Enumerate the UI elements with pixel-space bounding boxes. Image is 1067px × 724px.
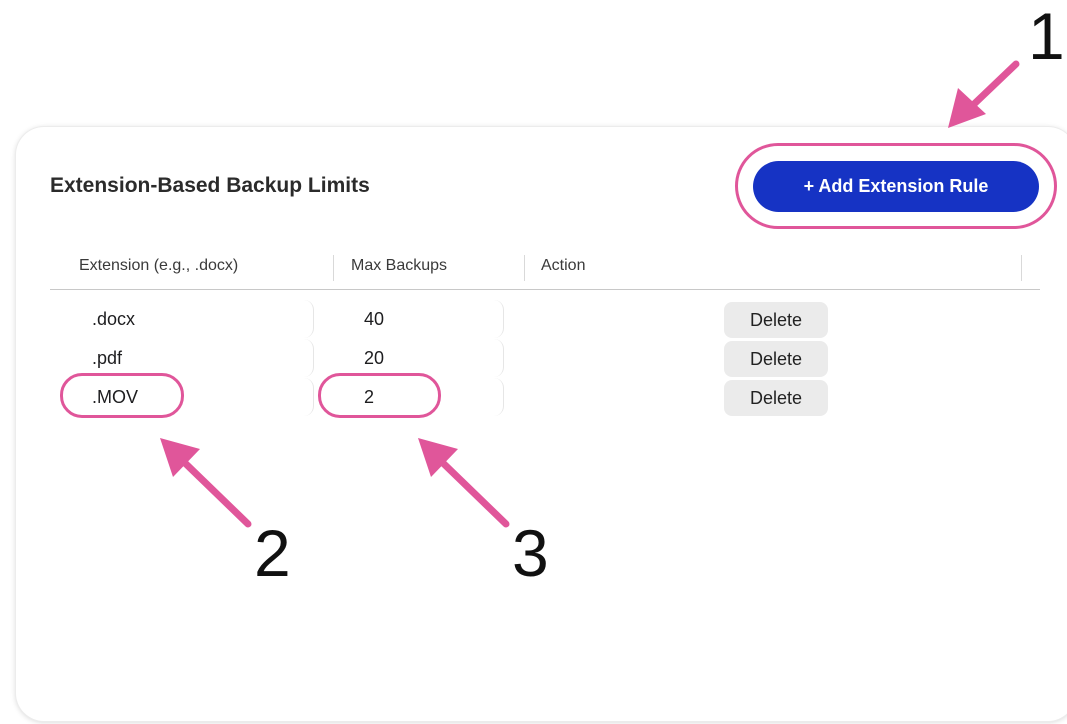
callout-number-3: 3 [512,516,549,590]
annotation-arrows [160,60,1020,528]
arrow-3-shaft [440,460,510,528]
callout-number-1: 1 [1028,0,1065,73]
arrow-2-shaft [182,460,252,528]
arrow-1-shaft [968,60,1020,110]
callout-number-2: 2 [254,516,291,590]
